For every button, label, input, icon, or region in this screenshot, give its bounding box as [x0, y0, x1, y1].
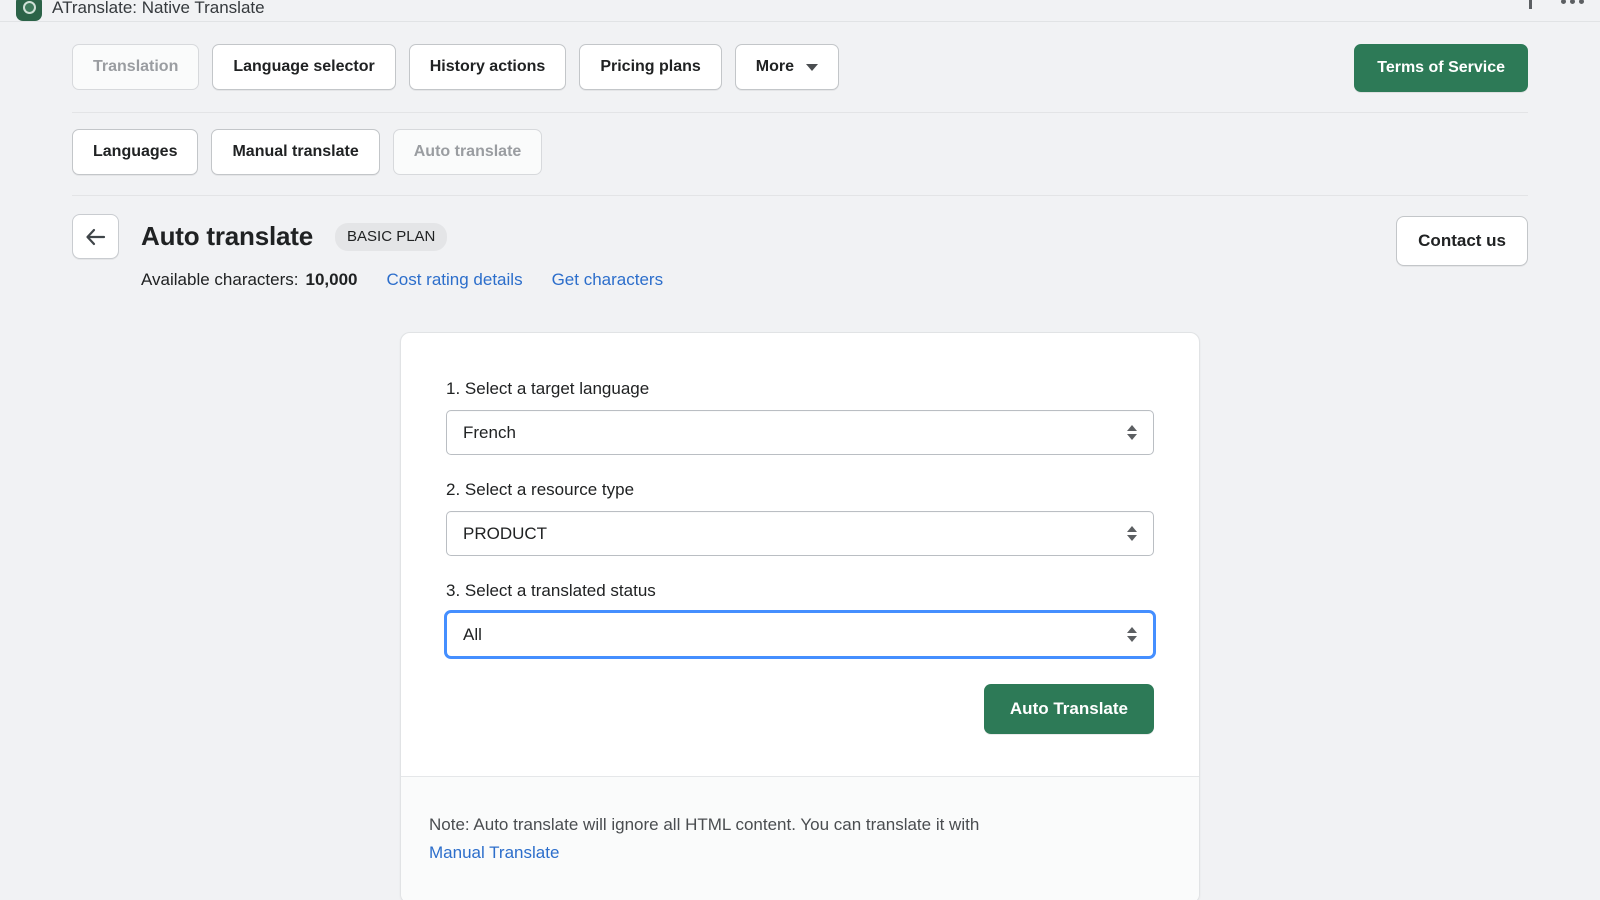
plan-badge: BASIC PLAN	[335, 223, 447, 251]
select-resource-type[interactable]: PRODUCT	[446, 511, 1154, 556]
primary-nav: Translation Language selector History ac…	[72, 22, 1528, 112]
tab-auto-translate[interactable]: Auto translate	[393, 129, 543, 175]
terms-of-service-button[interactable]: Terms of Service	[1354, 44, 1528, 92]
page-title: Auto translate	[141, 221, 313, 252]
field-translated-status: 3. Select a translated status All	[446, 581, 1154, 657]
select-translated-status[interactable]: All	[446, 612, 1154, 657]
header-subline: Available characters: 10,000 Cost rating…	[141, 270, 1528, 290]
field-label-target-language: 1. Select a target language	[446, 379, 1154, 399]
available-characters-value: 10,000	[306, 270, 358, 290]
nav-button-history-actions[interactable]: History actions	[409, 44, 567, 90]
tab-manual-translate[interactable]: Manual translate	[211, 129, 379, 175]
field-target-language: 1. Select a target language French	[446, 379, 1154, 455]
stepper-icon	[1127, 526, 1137, 541]
auto-translate-card: 1. Select a target language French 2. Se…	[400, 332, 1200, 900]
select-target-language-value: French	[463, 423, 1127, 443]
app-bar-actions	[1523, 0, 1584, 10]
get-characters-link[interactable]: Get characters	[552, 270, 664, 290]
cost-rating-details-link[interactable]: Cost rating details	[387, 270, 523, 290]
app-title: ATranslate: Native Translate	[52, 0, 265, 18]
card-actions: Auto Translate	[446, 684, 1154, 734]
card-footer-note: Note: Auto translate will ignore all HTM…	[401, 776, 1199, 900]
card-container: 1. Select a target language French 2. Se…	[72, 332, 1528, 900]
page-header: Auto translate BASIC PLAN Available char…	[72, 196, 1528, 290]
note-text: Note: Auto translate will ignore all HTM…	[429, 815, 979, 834]
chevron-down-icon	[806, 64, 818, 71]
more-options-icon[interactable]	[1561, 0, 1584, 4]
page-content: Translation Language selector History ac…	[0, 22, 1600, 900]
field-label-resource-type: 2. Select a resource type	[446, 480, 1154, 500]
back-button[interactable]	[72, 214, 119, 259]
card-body: 1. Select a target language French 2. Se…	[401, 333, 1199, 776]
select-target-language[interactable]: French	[446, 410, 1154, 455]
field-label-translated-status: 3. Select a translated status	[446, 581, 1154, 601]
contact-us-button[interactable]: Contact us	[1396, 216, 1528, 266]
tab-languages[interactable]: Languages	[72, 129, 198, 175]
app-logo-icon	[16, 0, 42, 21]
stepper-icon	[1127, 425, 1137, 440]
field-resource-type: 2. Select a resource type PRODUCT	[446, 480, 1154, 556]
nav-button-pricing-plans[interactable]: Pricing plans	[579, 44, 721, 90]
app-bar: ATranslate: Native Translate	[0, 0, 1600, 22]
available-characters-label: Available characters:	[141, 270, 299, 290]
nav-button-language-selector[interactable]: Language selector	[212, 44, 395, 90]
arrow-left-icon	[85, 228, 107, 246]
app-identity: ATranslate: Native Translate	[16, 0, 265, 21]
select-resource-type-value: PRODUCT	[463, 524, 1127, 544]
pin-icon[interactable]	[1523, 0, 1539, 10]
nav-button-more[interactable]: More	[735, 44, 839, 90]
select-translated-status-value: All	[463, 625, 1127, 645]
manual-translate-link[interactable]: Manual Translate	[429, 839, 559, 867]
nav-button-more-label: More	[756, 58, 794, 76]
secondary-nav: Languages Manual translate Auto translat…	[72, 112, 1528, 195]
auto-translate-submit-button[interactable]: Auto Translate	[984, 684, 1154, 734]
page-header-main: Auto translate BASIC PLAN	[72, 214, 1528, 259]
stepper-icon	[1127, 627, 1137, 642]
nav-button-translation[interactable]: Translation	[72, 44, 199, 90]
